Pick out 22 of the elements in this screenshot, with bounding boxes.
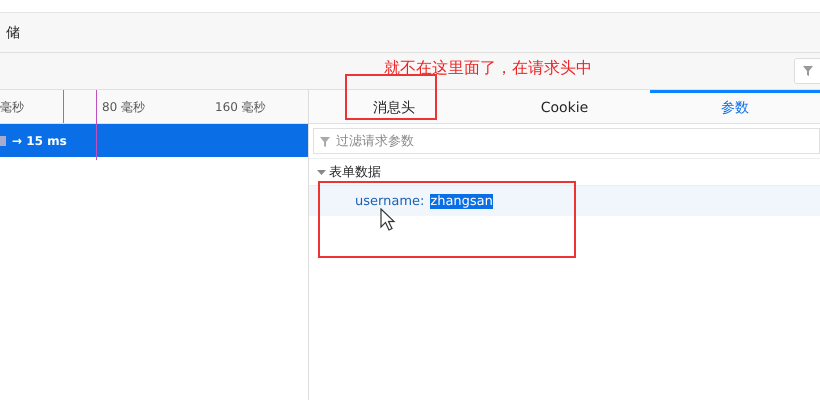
timing-bar: [0, 136, 6, 146]
timing-label: → 15 ms: [12, 134, 67, 148]
detail-tab[interactable]: 参数: [650, 90, 820, 123]
expand-arrow-icon: [317, 168, 326, 176]
filter-field[interactable]: 过滤请求参数: [313, 128, 820, 154]
detail-tab[interactable]: Cookie: [479, 90, 650, 123]
annotation-text: 就不在这里面了，在请求头中: [384, 58, 592, 79]
timeline-tick: 80 毫秒: [102, 99, 146, 116]
section-title: 表单数据: [329, 164, 381, 181]
timeline-marker: [96, 90, 97, 160]
filter-icon: [803, 66, 813, 76]
detail-tab[interactable]: 消息头: [309, 90, 480, 123]
timeline-tick: 160 毫秒: [215, 99, 266, 116]
timeline-tick: 毫秒: [0, 99, 24, 116]
request-row[interactable]: → 15 ms: [0, 124, 308, 157]
param-value: zhangsan: [430, 194, 493, 208]
timeline-marker: [63, 90, 64, 123]
filter-field[interactable]: [794, 58, 820, 84]
param-key: username:: [355, 194, 424, 208]
cursor-icon: [380, 208, 396, 232]
storage-tab[interactable]: 储: [6, 24, 20, 42]
param-row[interactable]: username: zhangsan: [309, 186, 820, 216]
